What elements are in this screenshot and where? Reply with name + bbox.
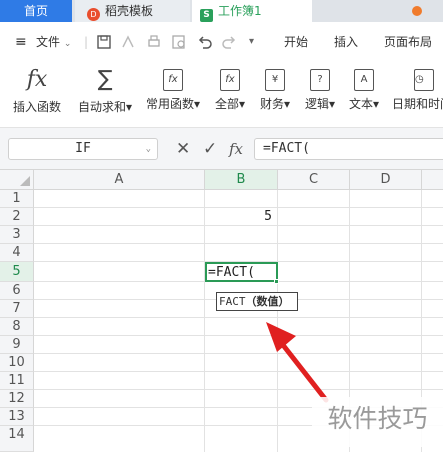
annotation-arrow-icon [266,322,329,403]
watermark: 软件技巧 [312,397,443,447]
